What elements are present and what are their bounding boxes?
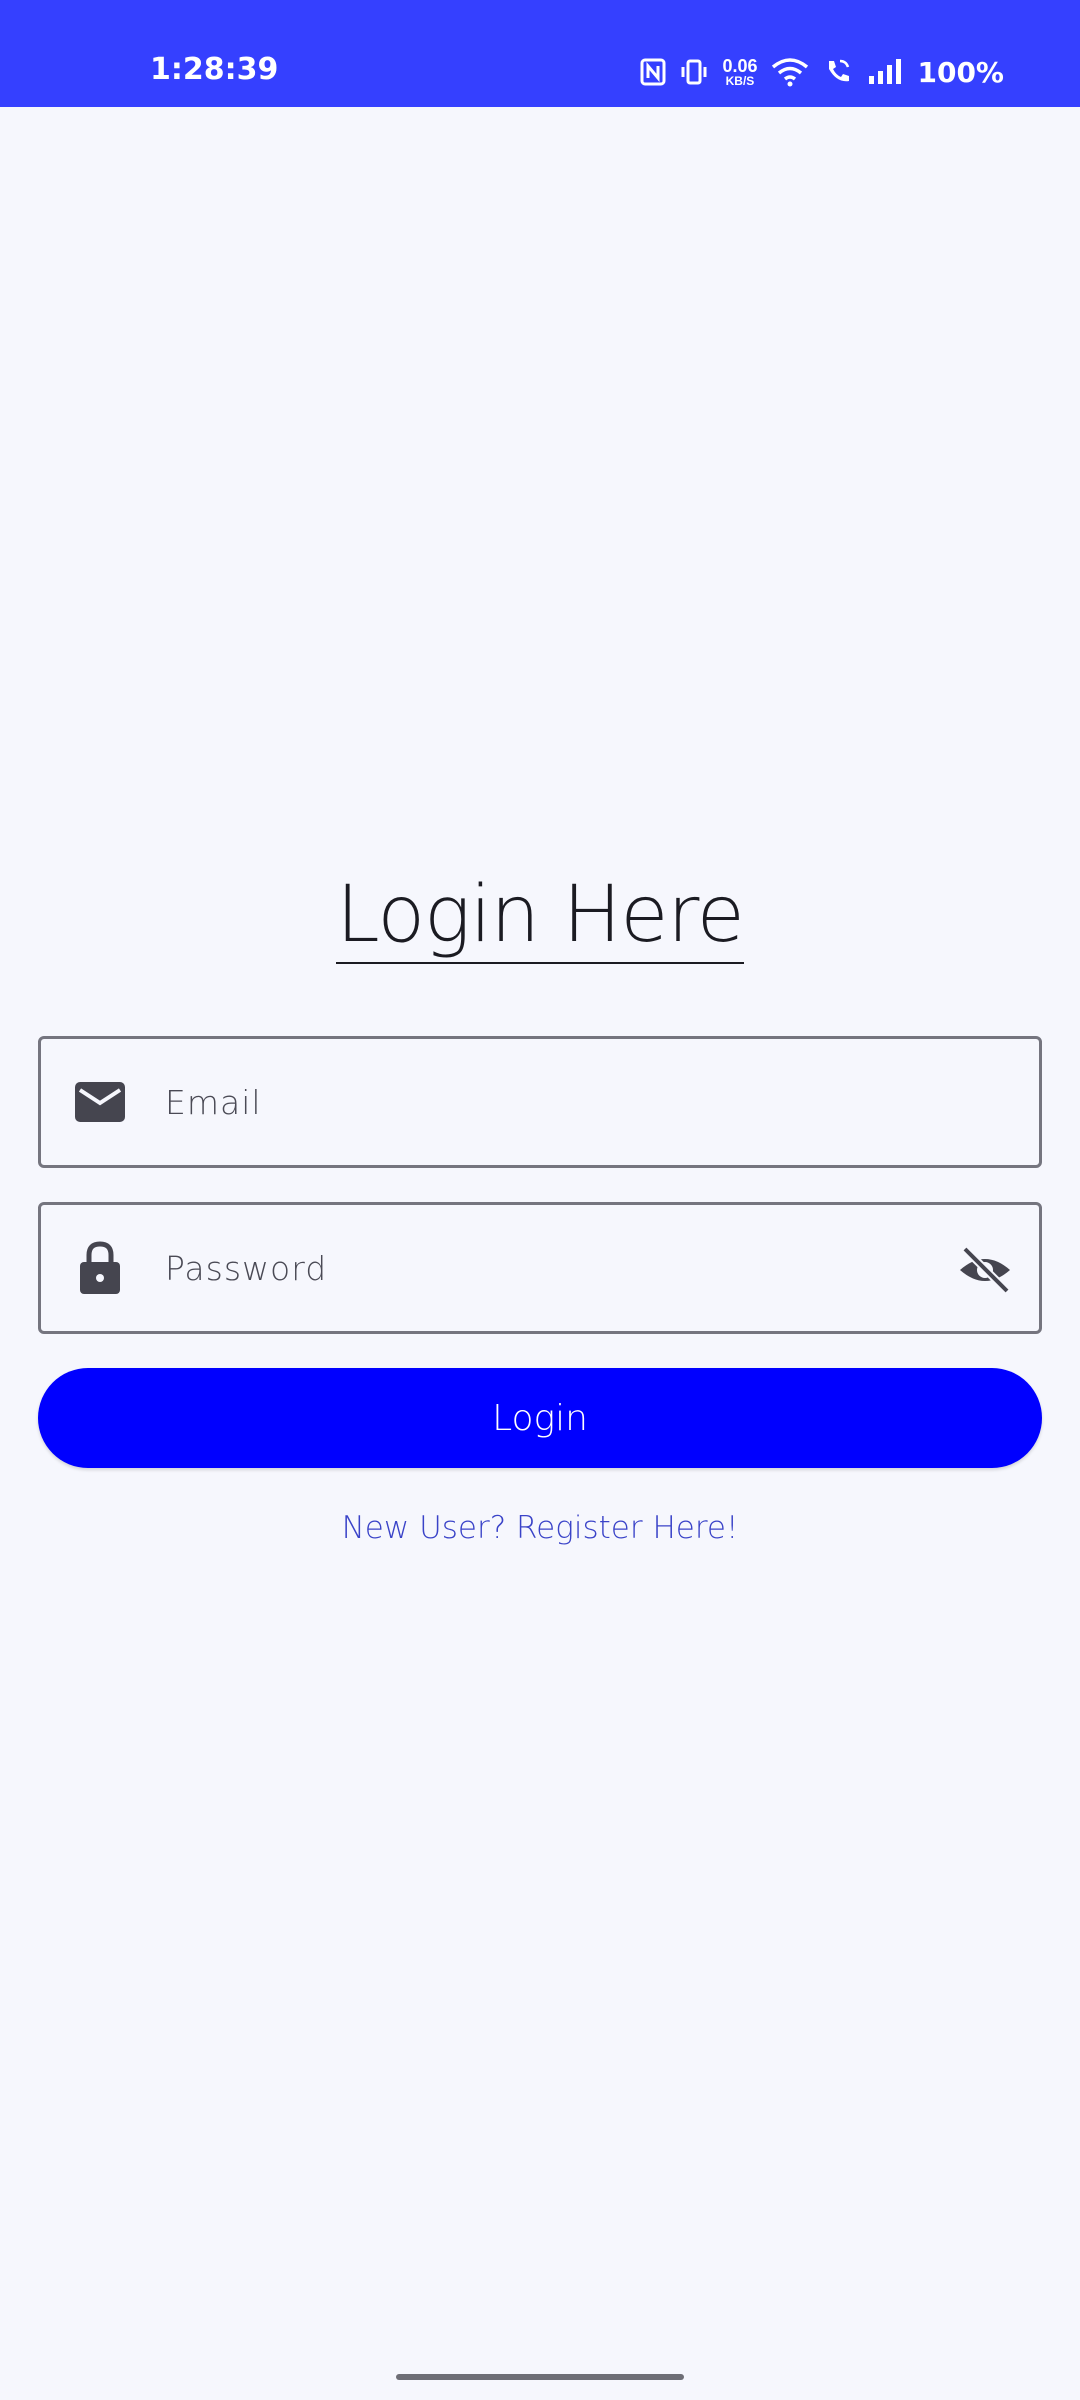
nfc-icon <box>640 58 666 86</box>
login-button[interactable]: Login <box>38 1368 1042 1468</box>
visibility-off-icon[interactable] <box>957 1245 1013 1300</box>
home-indicator[interactable] <box>396 2374 684 2380</box>
email-field[interactable]: Email <box>38 1036 1042 1168</box>
lock-icon <box>71 1241 129 1295</box>
status-time: 1:28:39 <box>150 52 279 87</box>
net-speed-value: 0.06 <box>722 56 758 76</box>
email-placeholder: Email <box>165 1082 262 1122</box>
page-title-text: Login Here <box>336 870 745 964</box>
status-icons: 0.06 KB/S 100% <box>640 52 1004 92</box>
net-speed-unit: KB/S <box>725 74 755 88</box>
register-link[interactable]: New User? Register Here! <box>0 1510 1080 1546</box>
password-field[interactable]: Password <box>38 1202 1042 1334</box>
wifi-call-icon <box>823 57 853 87</box>
net-speed: 0.06 KB/S <box>722 57 757 87</box>
vibrate-icon <box>680 58 708 86</box>
login-button-label: Login <box>492 1397 588 1439</box>
register-link-label: New User? Register Here! <box>341 1510 739 1546</box>
status-bar: 1:28:39 0.06 KB/S 100% <box>0 0 1080 107</box>
battery-level: 100% <box>917 55 1004 89</box>
page-title: Login Here <box>0 870 1080 964</box>
wifi-icon <box>771 57 809 87</box>
signal-icon <box>867 58 903 86</box>
password-placeholder: Password <box>165 1248 328 1288</box>
mail-icon <box>71 1081 129 1123</box>
